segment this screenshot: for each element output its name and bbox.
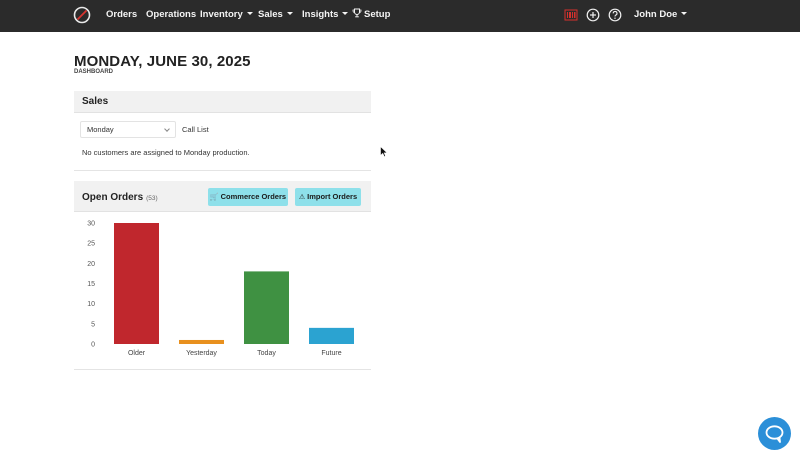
top-nav-bar: Orders Operations Inventory Sales Insigh… [0,0,800,32]
page-title: MONDAY, JUNE 30, 2025 [74,53,251,70]
call-list-link[interactable]: Call List [182,125,209,134]
bar-today[interactable] [244,271,289,344]
nav-operations[interactable]: Operations [146,0,196,32]
chevron-down-icon [342,11,349,15]
chevron-down-icon [286,11,293,15]
x-tick-label: Today [257,350,276,357]
nav-setup-label: Setup [364,9,391,20]
nav-setup[interactable]: Setup [352,0,390,32]
plus-circle-icon[interactable] [586,8,600,22]
nav-sales[interactable]: Sales [258,0,293,32]
user-name: John Doe [634,9,678,20]
y-tick-label: 15 [87,281,95,288]
x-tick-label: Yesterday [186,350,217,357]
sales-panel-divider [74,170,371,171]
open-orders-count: (53) [146,195,158,202]
y-tick-label: 5 [91,321,95,328]
chat-bubble-icon [765,425,784,443]
bar-future[interactable] [309,327,354,344]
logo-icon[interactable] [73,6,91,24]
nav-sales-label: Sales [258,9,283,20]
y-tick-label: 20 [87,261,95,268]
day-select[interactable]: Monday [80,121,176,138]
nav-orders[interactable]: Orders [106,0,137,32]
open-orders-title-text: Open Orders [82,192,144,203]
commerce-orders-button[interactable]: 🛒 Commerce Orders [208,188,288,206]
open-orders-chart: 0 5 10 15 20 25 30 Older Yesterday Today Future [87,221,354,357]
help-circle-icon[interactable] [608,8,622,22]
y-tick-label: 0 [91,342,95,349]
y-tick-label: 25 [87,241,95,248]
support-chat-button[interactable] [758,417,791,450]
y-tick-label: 30 [87,221,95,228]
nav-insights[interactable]: Insights [302,0,349,32]
x-tick-label: Older [128,350,146,357]
nav-insights-label: Insights [302,9,339,20]
open-orders-title: Open Orders (53) [82,192,158,203]
bar-older[interactable] [114,223,159,344]
barcode-icon[interactable] [564,8,578,22]
nav-inventory-label: Inventory [200,9,243,20]
trophy-icon [352,8,362,18]
empty-state-message: No customers are assigned to Monday prod… [82,148,250,157]
user-menu[interactable]: John Doe [634,0,688,32]
x-tick-label: Future [321,350,341,357]
nav-operations-label: Operations [146,9,197,20]
chevron-down-icon [246,11,253,15]
open-orders-panel-divider [74,369,371,370]
sales-panel-title: Sales [82,96,109,107]
mouse-cursor-icon [380,146,388,158]
import-orders-button[interactable]: ⚠ Import Orders [295,188,361,206]
bar-yesterday[interactable] [179,339,224,344]
warning-icon: ⚠ [298,194,306,201]
day-select-value: Monday [87,125,114,134]
sales-panel-header: Sales [74,91,371,113]
nav-orders-label: Orders [106,9,138,20]
commerce-orders-label: Commerce Orders [220,192,287,201]
nav-inventory[interactable]: Inventory [200,0,253,32]
chevron-down-icon [164,126,170,132]
breadcrumb: DASHBOARD [74,69,113,75]
cart-icon: 🛒 [209,194,219,201]
y-tick-label: 10 [87,301,95,308]
import-orders-label: Import Orders [307,192,358,201]
chevron-down-icon [681,11,688,15]
